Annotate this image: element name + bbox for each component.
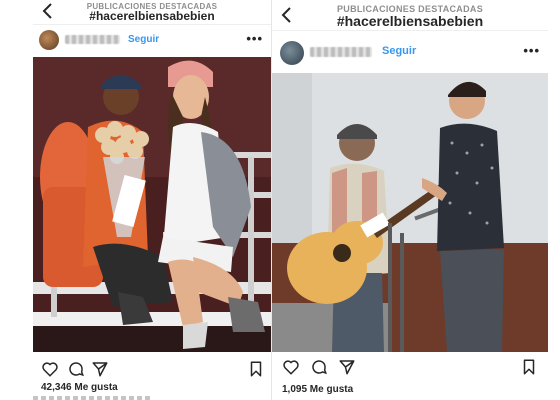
more-options-icon[interactable]: ••• xyxy=(246,31,263,46)
post-photo[interactable] xyxy=(33,57,271,352)
follow-button[interactable]: Seguir xyxy=(382,45,416,57)
bookmark-icon[interactable] xyxy=(247,360,265,378)
share-icon[interactable] xyxy=(338,358,356,376)
share-icon[interactable] xyxy=(91,360,109,378)
post-header: PUBLICACIONES DESTACADAS #hacerelbiensab… xyxy=(272,0,548,30)
post-photo[interactable] xyxy=(272,73,548,352)
post-header: PUBLICACIONES DESTACADAS #hacerelbiensab… xyxy=(33,0,271,24)
post-actions-bar xyxy=(272,356,548,378)
comment-icon[interactable] xyxy=(310,358,328,376)
avatar[interactable] xyxy=(280,41,304,65)
heart-icon[interactable] xyxy=(282,358,300,376)
likes-count[interactable]: 1,095 Me gusta xyxy=(282,384,353,395)
blurred-username[interactable] xyxy=(65,35,120,44)
more-options-icon[interactable]: ••• xyxy=(523,43,540,58)
heart-icon[interactable] xyxy=(41,360,59,378)
comment-icon[interactable] xyxy=(67,360,85,378)
caption-blurred xyxy=(33,396,153,400)
post-photo-illustration xyxy=(272,73,548,352)
post-photo-illustration xyxy=(33,57,271,352)
bookmark-icon[interactable] xyxy=(520,358,538,376)
avatar[interactable] xyxy=(39,30,59,50)
follow-button[interactable]: Seguir xyxy=(128,34,159,45)
blurred-username[interactable] xyxy=(310,47,372,57)
header-hashtag: #hacerelbiensabebien xyxy=(336,13,484,29)
post-panel-left: PUBLICACIONES DESTACADAS #hacerelbiensab… xyxy=(33,0,271,400)
likes-count[interactable]: 42,346 Me gusta xyxy=(41,382,118,393)
post-panel-right: PUBLICACIONES DESTACADAS #hacerelbiensab… xyxy=(271,0,548,400)
post-user-bar: Seguir ••• xyxy=(272,30,548,72)
post-actions-bar xyxy=(33,358,271,380)
header-hashtag: #hacerelbiensabebien xyxy=(89,9,215,23)
post-user-bar: Seguir ••• xyxy=(33,24,271,56)
